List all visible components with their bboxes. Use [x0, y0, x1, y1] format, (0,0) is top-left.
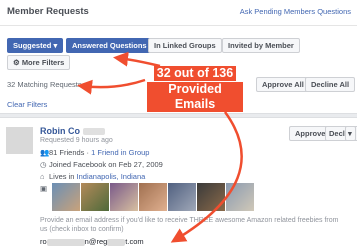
arrow-to-email [170, 111, 243, 243]
arrow-to-answered-filter [113, 51, 161, 68]
arrow-to-count [77, 78, 146, 95]
annotation-line-1: 32 out of 136 [153, 66, 237, 81]
annotation-line-2: Provided Emails [147, 82, 243, 112]
annotation-callout: 32 out of 136 Provided Emails [147, 66, 243, 113]
annotation-arrows [77, 51, 243, 243]
